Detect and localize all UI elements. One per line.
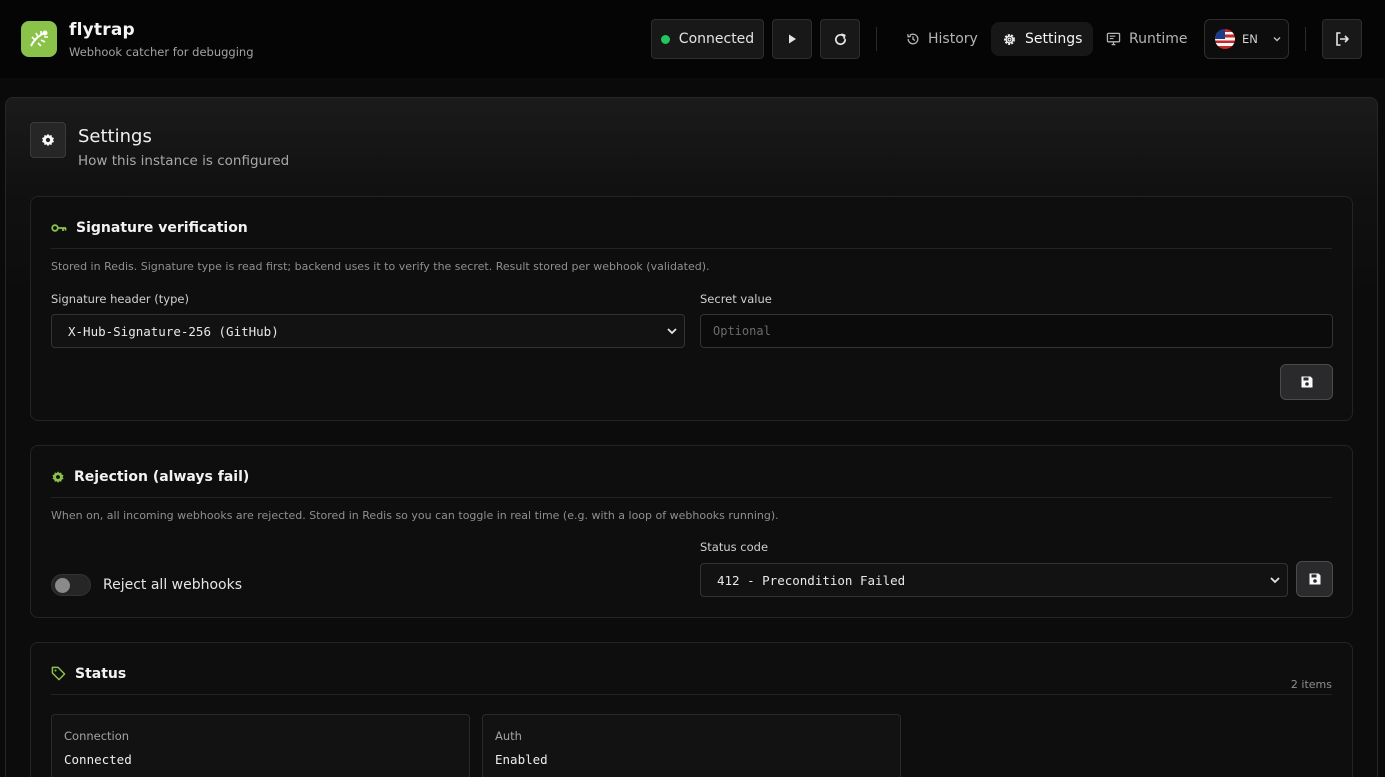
flytrap-logo-icon[interactable] [21,21,57,57]
chevron-down-icon [667,328,677,335]
status-item-value: Enabled [495,752,548,767]
card-title: Rejection (always fail) [74,468,250,485]
status-item-connection: Connection Connected [51,714,470,777]
connection-label: Connected [678,31,755,47]
save-rejection-button[interactable] [1296,561,1333,597]
chevron-down-icon [1273,37,1281,42]
play-icon [789,34,796,44]
page-subtitle: How this instance is configured [78,153,290,169]
history-icon [907,33,919,45]
page-title: Settings [78,126,152,147]
signature-verification-card: Signature verification Stored in Redis. … [30,196,1353,421]
key-icon [51,223,67,232]
refresh-icon [834,33,846,45]
secret-value-placeholder: Optional [713,324,771,338]
play-button[interactable] [772,19,812,59]
tag-icon [51,666,66,681]
rejection-card: Rejection (always fail) When on, all inc… [30,445,1353,618]
language-label: EN [1242,32,1258,46]
nav-history-label: History [928,31,978,47]
secret-value-input[interactable]: Optional [700,314,1333,348]
nav-history[interactable]: History [895,22,989,56]
status-card: Status 2 items Connection Connected Auth… [30,642,1353,777]
gear-icon [1004,33,1015,45]
toggle-knob [55,578,70,593]
connection-status-button[interactable]: Connected [651,19,764,59]
card-header: Signature verification [51,217,1332,249]
status-item-auth: Auth Enabled [482,714,901,777]
status-code-value: 412 - Precondition Failed [717,572,906,588]
divider [876,27,877,51]
card-title: Status [75,665,127,682]
nav-settings[interactable]: Settings [991,22,1094,56]
logout-icon [1336,32,1349,46]
language-select[interactable]: EN [1204,19,1289,59]
monitor-icon [1106,32,1121,46]
app-name: flytrap [69,20,135,40]
status-code-label: Status code [700,540,769,554]
save-icon [1309,573,1320,585]
status-item-value: Connected [64,752,132,767]
top-bar: flytrap Webhook catcher for debugging Co… [0,0,1385,78]
card-title: Signature verification [76,219,248,236]
secret-value-label: Secret value [700,292,772,306]
reject-all-toggle[interactable] [51,574,91,596]
status-item-label: Connection [64,729,130,743]
save-signature-button[interactable] [1280,364,1333,400]
status-code-select[interactable]: 412 - Precondition Failed [700,563,1288,597]
status-item-count: 2 items [1290,678,1332,691]
save-icon [1301,376,1312,388]
card-description: Stored in Redis. Signature type is read … [51,260,710,273]
reject-all-label: Reject all webhooks [103,577,243,593]
signature-header-select[interactable]: X-Hub-Signature-256 (GitHub) [51,314,685,348]
refresh-button[interactable] [820,19,860,59]
settings-page-icon [30,122,66,158]
app-tagline: Webhook catcher for debugging [69,45,254,59]
signature-header-label: Signature header (type) [51,292,189,306]
signature-header-value: X-Hub-Signature-256 (GitHub) [68,323,279,339]
card-header: Rejection (always fail) [51,466,1332,498]
chevron-down-icon [1270,577,1280,584]
nav-runtime-label: Runtime [1129,31,1188,47]
logout-button[interactable] [1322,19,1362,59]
card-header: Status [51,663,1332,695]
status-item-label: Auth [495,729,522,743]
connected-dot-icon [660,34,670,44]
gear-icon [52,470,64,483]
divider [1305,27,1306,51]
us-flag-icon [1215,29,1235,49]
nav-settings-label: Settings [1025,31,1083,47]
card-description: When on, all incoming webhooks are rejec… [51,509,779,522]
gear-icon [42,133,54,147]
nav-runtime[interactable]: Runtime [1095,22,1198,56]
